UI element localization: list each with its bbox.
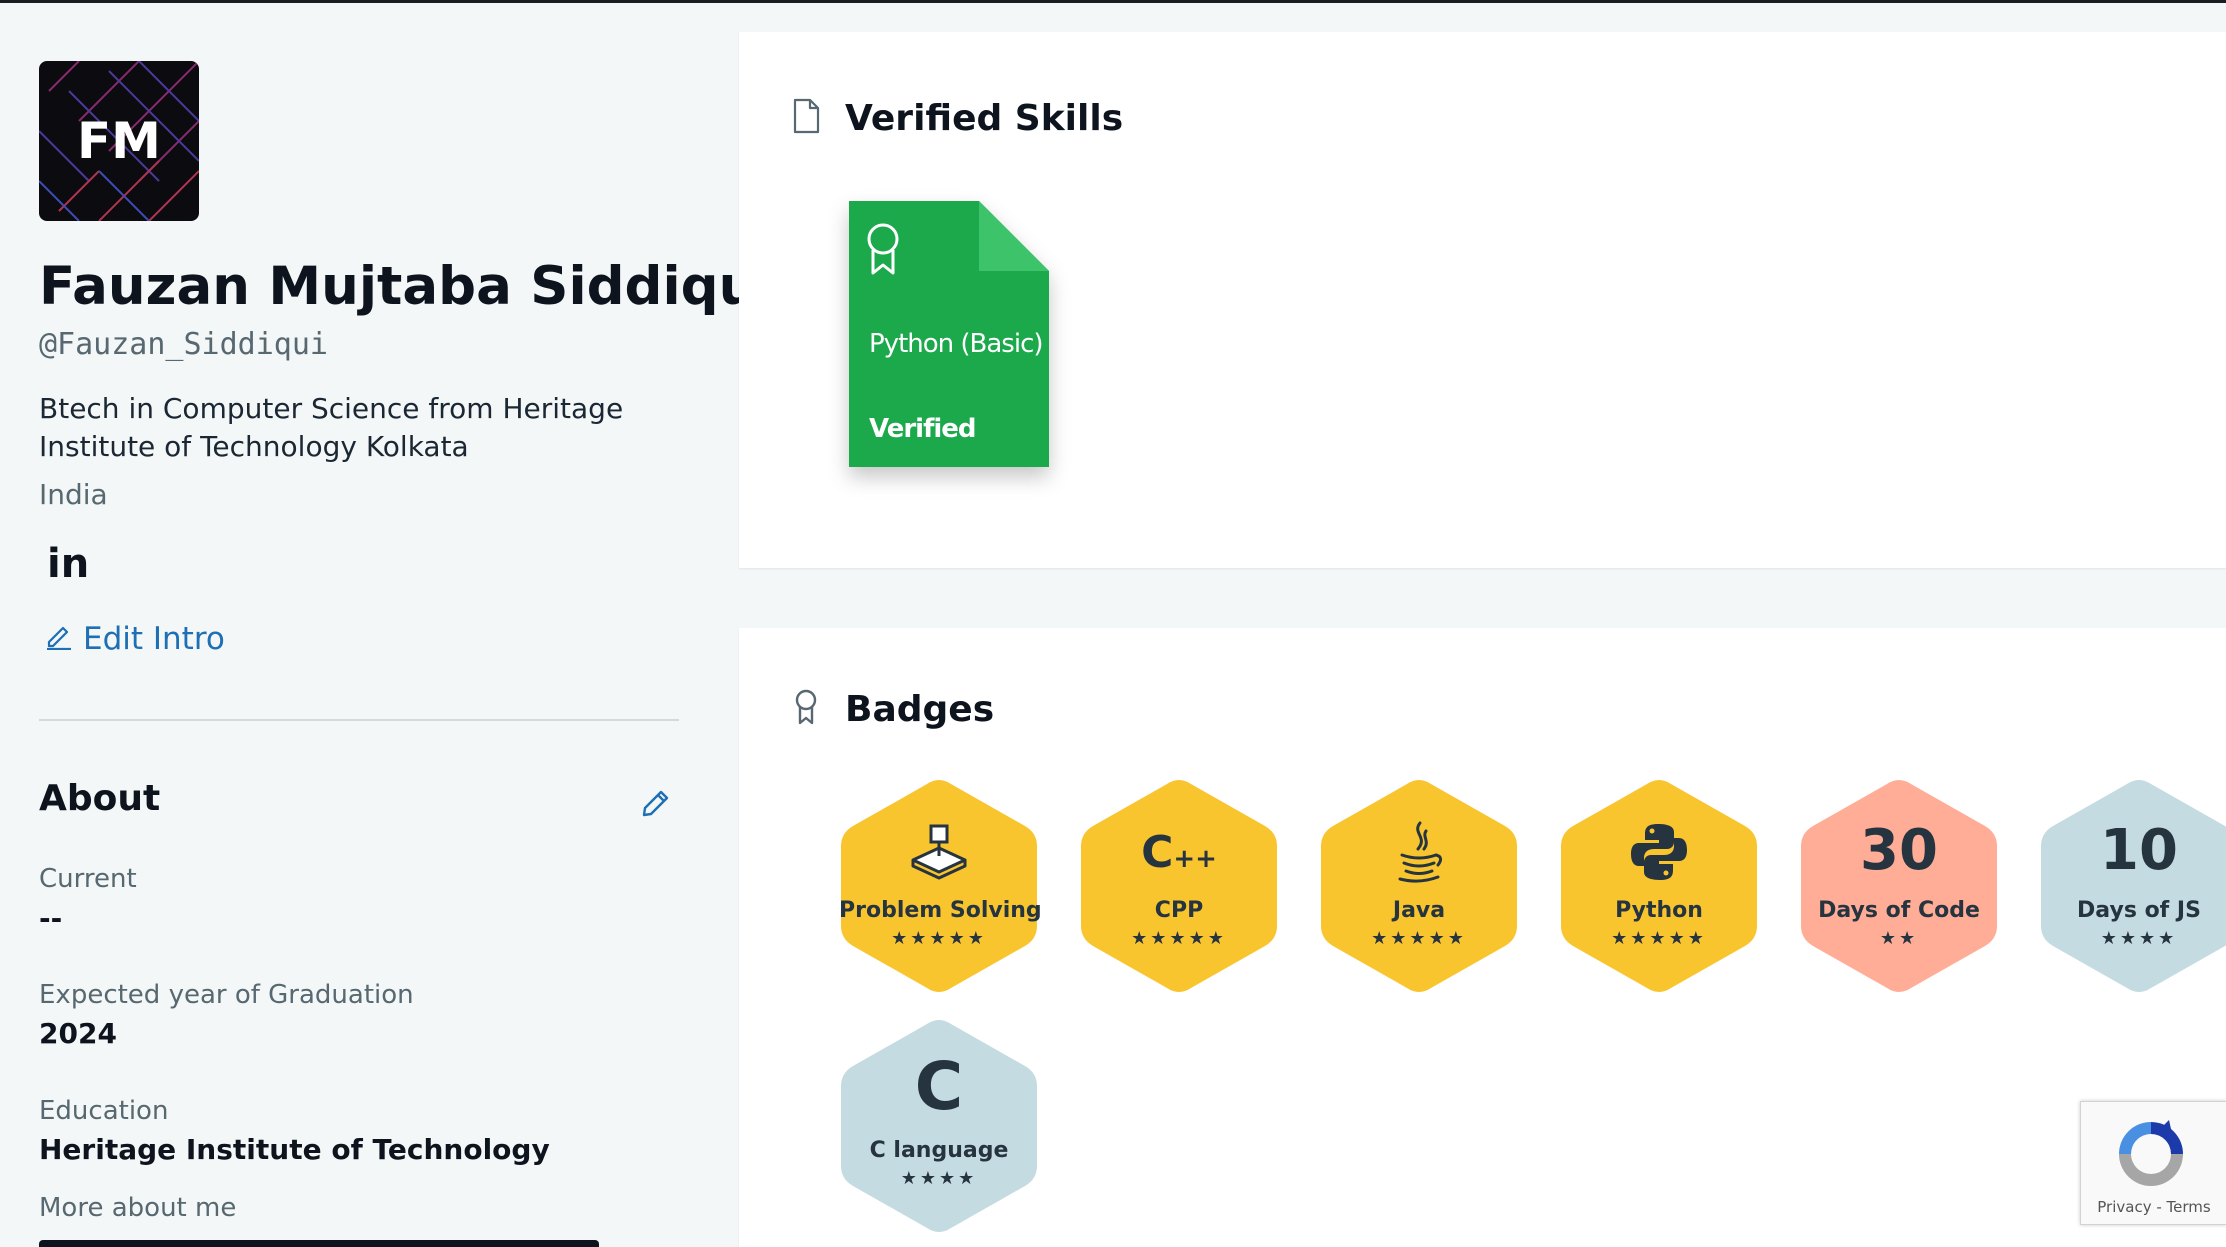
edit-intro-label: Edit Intro bbox=[83, 621, 225, 657]
avatar-initials: FM bbox=[77, 112, 161, 170]
badge-problem-solving[interactable]: Problem Solving ★★★★★ bbox=[839, 776, 1042, 996]
recaptcha-separator: - bbox=[2151, 1198, 2167, 1216]
badge-stars: ★★★★★ bbox=[1371, 928, 1467, 949]
bottom-scroll-bar bbox=[39, 1240, 599, 1247]
field-value-current: -- bbox=[39, 902, 63, 935]
more-about-me-label: More about me bbox=[39, 1193, 237, 1223]
badge-hexagon bbox=[841, 780, 1037, 992]
badge-stars: ★★★★ bbox=[900, 1168, 978, 1189]
profile-handle: @Fauzan_Siddiqui bbox=[39, 327, 328, 362]
badge-stars: ★★★★★ bbox=[1131, 928, 1227, 949]
recaptcha-privacy-link[interactable]: Privacy bbox=[2097, 1198, 2151, 1216]
badge-30-days-of-code[interactable]: 30 Days of Code ★★ bbox=[1799, 776, 1999, 996]
skill-certificate-python-basic[interactable]: Python (Basic) Verified bbox=[849, 201, 1049, 467]
python-icon bbox=[1559, 820, 1759, 884]
field-label-education: Education bbox=[39, 1096, 169, 1126]
c-language-icon: C bbox=[914, 1047, 964, 1125]
recaptcha-logo-icon bbox=[2111, 1114, 2191, 1199]
badge-number: 10 bbox=[2100, 818, 2178, 883]
badge-hexagon bbox=[1801, 780, 1997, 992]
top-border bbox=[0, 0, 2226, 3]
field-value-graduation: 2024 bbox=[39, 1017, 117, 1050]
badge-label: Problem Solving bbox=[839, 898, 1042, 923]
badges-card: Badges Problem Solving ★★★★★ C++ CPP ★★★… bbox=[739, 628, 2226, 1247]
field-value-education: Heritage Institute of Technology bbox=[39, 1133, 550, 1166]
field-label-current: Current bbox=[39, 864, 137, 894]
document-icon bbox=[791, 98, 821, 139]
badge-ribbon-icon bbox=[791, 688, 821, 731]
badges-title: Badges bbox=[845, 689, 995, 730]
badge-hexagon bbox=[1561, 780, 1757, 992]
badge-hexagon bbox=[1081, 780, 1277, 992]
badge-stars: ★★ bbox=[1879, 928, 1919, 949]
badge-python[interactable]: Python ★★★★★ bbox=[1559, 776, 1759, 996]
badge-stars: ★★★★★ bbox=[891, 928, 987, 949]
badge-stars: ★★★★ bbox=[2100, 928, 2178, 949]
skill-status: Verified bbox=[869, 414, 977, 444]
badge-label: Python bbox=[1615, 898, 1703, 923]
badge-hexagon bbox=[2041, 780, 2226, 992]
badge-label: Days of JS bbox=[2077, 898, 2201, 923]
badge-c-language[interactable]: C C language ★★★★ bbox=[839, 1016, 1039, 1236]
cpp-icon: C++ bbox=[1141, 826, 1217, 878]
badge-label: CPP bbox=[1154, 898, 1204, 923]
badge-hexagon bbox=[1321, 780, 1517, 992]
badge-java[interactable]: Java ★★★★★ bbox=[1319, 776, 1519, 996]
profile-name: Fauzan Mujtaba Siddiqui bbox=[39, 256, 775, 317]
skill-name: Python (Basic) bbox=[869, 329, 1044, 359]
badge-label: Days of Code bbox=[1818, 898, 1980, 923]
linkedin-icon[interactable]: in bbox=[47, 541, 89, 587]
pencil-icon bbox=[45, 620, 73, 658]
sidebar-divider bbox=[39, 719, 679, 721]
recaptcha-terms-link[interactable]: Terms bbox=[2167, 1198, 2211, 1216]
edit-intro-link[interactable]: Edit Intro bbox=[45, 620, 225, 658]
avatar[interactable]: FM bbox=[39, 61, 199, 221]
badge-label: C language bbox=[869, 1138, 1009, 1163]
recaptcha-links: Privacy - Terms bbox=[2081, 1198, 2226, 1216]
recaptcha-widget[interactable]: Privacy - Terms bbox=[2080, 1101, 2226, 1225]
about-title: About bbox=[39, 778, 161, 819]
edit-about-pencil-icon[interactable] bbox=[641, 788, 671, 823]
badge-label: Java bbox=[1392, 898, 1446, 923]
badge-number: 30 bbox=[1860, 818, 1938, 883]
verified-skills-header: Verified Skills bbox=[791, 98, 1123, 139]
badge-10-days-of-js[interactable]: 10 Days of JS ★★★★ bbox=[2039, 776, 2226, 996]
java-icon bbox=[1319, 820, 1519, 884]
field-label-graduation: Expected year of Graduation bbox=[39, 980, 414, 1010]
badge-cpp[interactable]: C++ CPP ★★★★★ bbox=[1079, 776, 1279, 996]
problem-solving-icon bbox=[839, 820, 1039, 884]
verified-skills-title: Verified Skills bbox=[845, 98, 1124, 139]
badge-stars: ★★★★★ bbox=[1611, 928, 1707, 949]
verified-skills-card: Verified Skills Python (Basic) Verified bbox=[739, 32, 2226, 568]
badges-header: Badges bbox=[791, 688, 994, 731]
profile-bio: Btech in Computer Science from Heritage … bbox=[39, 392, 624, 463]
profile-country: India bbox=[39, 478, 108, 511]
